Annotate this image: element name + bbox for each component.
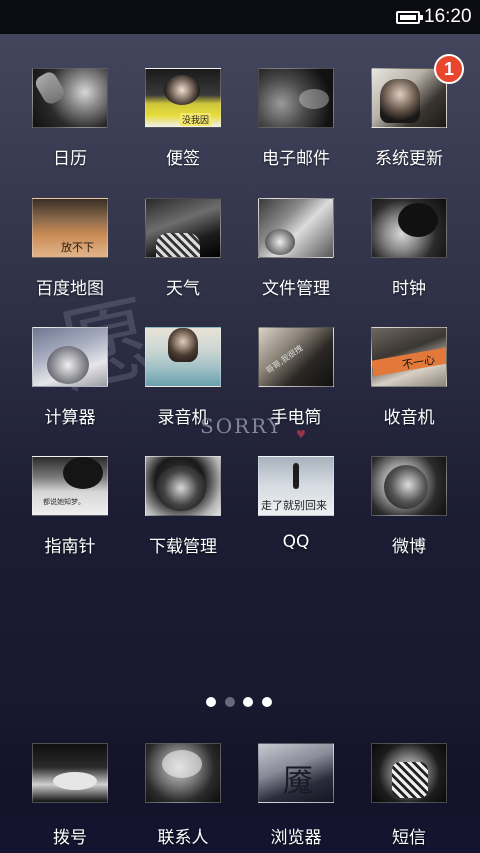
app-file-manager[interactable]: 文件管理	[241, 198, 351, 308]
weather-app-icon[interactable]	[145, 198, 221, 258]
sms-app-icon[interactable]	[371, 743, 447, 803]
app-compass[interactable]: 都说她知梦。 指南针	[15, 456, 125, 566]
page-dot[interactable]	[225, 697, 235, 707]
flashlight-icon-caption: 哥哥,我很拽	[264, 343, 305, 376]
app-baidu-map[interactable]: 放不下 百度地图	[15, 198, 125, 308]
status-bar: 16:20	[0, 0, 480, 34]
app-download-manager[interactable]: 下载管理	[128, 456, 238, 566]
app-weather[interactable]: 天气	[128, 198, 238, 308]
notes-app-icon[interactable]: 没我因	[145, 68, 221, 128]
app-recorder[interactable]: 录音机	[128, 327, 238, 437]
app-label: QQ	[282, 532, 310, 552]
battery-full-icon	[396, 11, 423, 24]
app-label: 天气	[166, 279, 200, 299]
app-label: 下载管理	[149, 537, 217, 557]
compass-app-icon[interactable]: 都说她知梦。	[32, 456, 108, 516]
baidu-map-app-icon[interactable]: 放不下	[32, 198, 108, 258]
browser-app-icon[interactable]: 魇	[258, 743, 334, 803]
app-label: 时钟	[392, 279, 426, 299]
recorder-app-icon[interactable]	[145, 327, 221, 387]
app-calculator[interactable]: 计算器	[15, 327, 125, 437]
app-notes[interactable]: 没我因 便签	[128, 68, 238, 178]
app-weibo[interactable]: 微博	[354, 456, 464, 566]
dialer-app-icon[interactable]	[32, 743, 108, 803]
app-label: 短信	[392, 828, 426, 848]
calendar-app-icon[interactable]	[32, 68, 108, 128]
notification-badge: 1	[434, 54, 464, 84]
app-qq[interactable]: 走了就别回来 QQ	[241, 456, 351, 566]
dock-app-sms[interactable]: 短信	[354, 743, 464, 853]
download-manager-app-icon[interactable]	[145, 456, 221, 516]
weibo-app-icon[interactable]	[371, 456, 447, 516]
contacts-app-icon[interactable]	[145, 743, 221, 803]
app-label: 指南针	[44, 537, 96, 557]
app-radio[interactable]: 不一心 收音机	[354, 327, 464, 437]
app-calendar[interactable]: 日历	[15, 68, 125, 178]
qq-app-icon[interactable]: 走了就别回来	[258, 456, 334, 516]
notes-icon-caption: 没我因	[180, 113, 212, 126]
page-dot[interactable]	[262, 697, 272, 707]
app-email[interactable]: 电子邮件	[241, 68, 351, 178]
app-label: 录音机	[157, 408, 209, 428]
app-label: 计算器	[44, 408, 96, 428]
app-label: 系统更新	[375, 149, 443, 169]
baidu-map-icon-caption: 放不下	[61, 241, 94, 254]
qq-icon-caption: 走了就别回来	[261, 499, 327, 512]
dock-app-browser[interactable]: 魇 浏览器	[241, 743, 351, 853]
app-label: 手电筒	[270, 408, 322, 428]
app-flashlight[interactable]: 哥哥,我很拽 手电筒	[241, 327, 351, 437]
app-label: 微博	[392, 537, 426, 557]
app-label: 百度地图	[36, 279, 104, 299]
page-dot[interactable]	[243, 697, 253, 707]
app-label: 联系人	[157, 828, 209, 848]
app-label: 文件管理	[262, 279, 330, 299]
dock-app-dialer[interactable]: 拨号	[15, 743, 125, 853]
flashlight-app-icon[interactable]: 哥哥,我很拽	[258, 327, 334, 387]
browser-icon-glyph: 魇	[283, 764, 313, 799]
app-label: 电子邮件	[262, 149, 330, 169]
app-label: 拨号	[53, 828, 87, 848]
app-label: 浏览器	[270, 828, 322, 848]
file-manager-app-icon[interactable]	[258, 198, 334, 258]
app-label: 收音机	[383, 408, 435, 428]
dock-app-contacts[interactable]: 联系人	[128, 743, 238, 853]
compass-icon-caption: 都说她知梦。	[43, 498, 85, 506]
calculator-app-icon[interactable]	[32, 327, 108, 387]
email-app-icon[interactable]	[258, 68, 334, 128]
page-dot-active[interactable]	[206, 697, 216, 707]
radio-app-icon[interactable]: 不一心	[371, 327, 447, 387]
app-system-update[interactable]: 1 系统更新	[354, 54, 464, 178]
app-label: 日历	[53, 149, 87, 169]
app-label: 便签	[166, 149, 200, 169]
app-clock[interactable]: 时钟	[354, 198, 464, 308]
clock-app-icon[interactable]	[371, 198, 447, 258]
status-clock: 16:20	[424, 6, 472, 27]
